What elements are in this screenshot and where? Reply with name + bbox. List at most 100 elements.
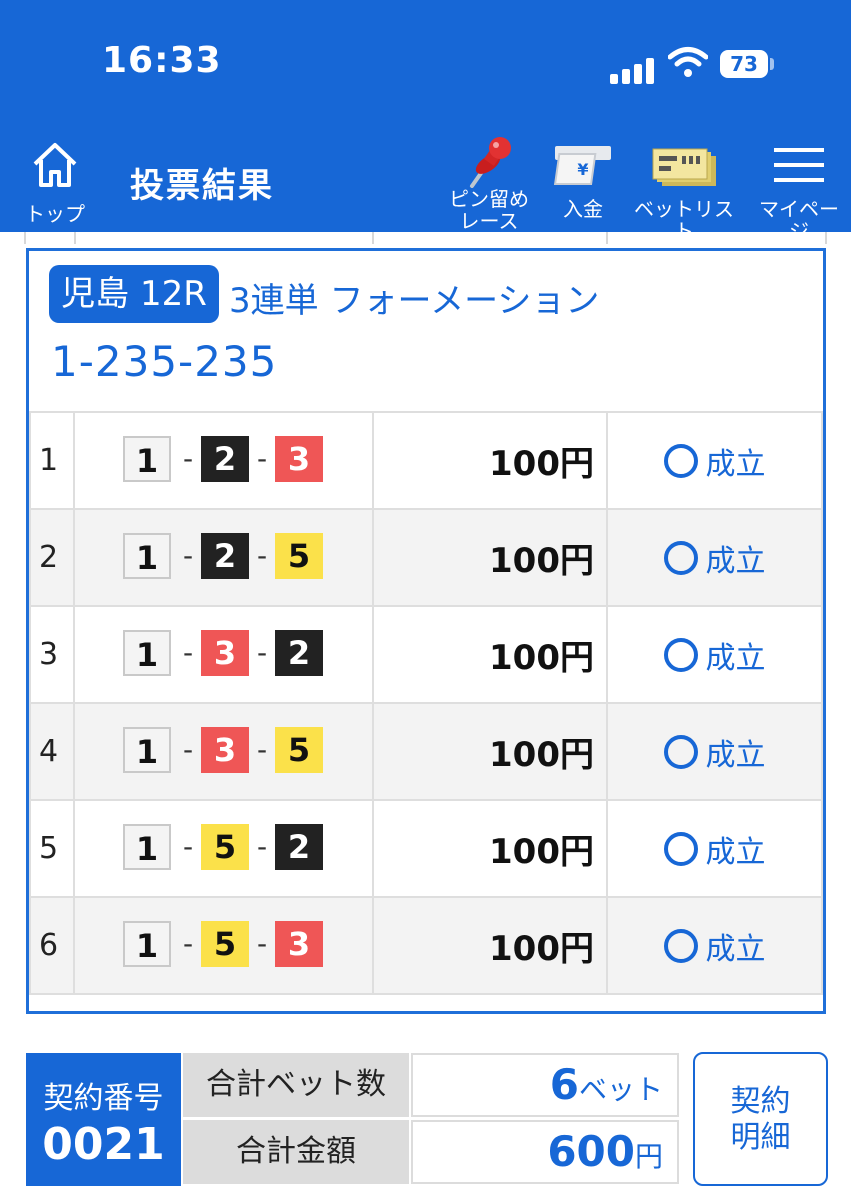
boat-third: 2 <box>275 823 323 870</box>
bet-row-number: 4 <box>29 702 75 801</box>
bet-combination: 1-235-235 <box>51 337 278 386</box>
home-icon <box>33 143 77 187</box>
dash-separator: - <box>182 829 194 863</box>
betlist-icon <box>652 148 716 186</box>
nav-pin-race[interactable]: ピン留め レース <box>444 136 534 232</box>
bet-row-status: 成立 <box>606 896 823 995</box>
bet-count-unit: ベット <box>578 1073 663 1106</box>
total-amount-value: 600円 <box>411 1120 679 1184</box>
contract-number: 0021 <box>42 1119 165 1170</box>
bet-row-amount: 100円 <box>372 702 608 801</box>
bet-row: 2 1-2-5 100円 成立 <box>29 508 823 607</box>
nav-betlist[interactable]: ベットリスト <box>632 148 736 242</box>
boat-third: 5 <box>275 532 323 579</box>
boat-first: 1 <box>123 435 171 482</box>
bet-result-card: 児島 12R 3連単 フォーメーション 1-235-235 1 1-2-3 100円… <box>26 248 826 1014</box>
boat-first: 1 <box>123 920 171 967</box>
bet-row-number: 3 <box>29 605 75 704</box>
boat-second: 5 <box>201 920 249 967</box>
race-tag: 児島 12R <box>49 265 219 323</box>
battery-icon: 73 <box>720 50 768 78</box>
contract-detail-button[interactable]: 契約 明細 <box>693 1052 828 1186</box>
dash-separator: - <box>182 732 194 766</box>
nav-mypage[interactable]: マイページ <box>750 148 848 242</box>
circle-icon <box>663 637 698 672</box>
bet-row-pick: 1-3-5 <box>73 702 374 801</box>
dash-separator: - <box>182 538 194 572</box>
circle-icon <box>663 443 698 478</box>
status-text: 成立 <box>705 737 766 773</box>
bet-row-amount: 100円 <box>372 411 608 510</box>
bet-row-status: 成立 <box>606 508 823 607</box>
boat-third: 3 <box>275 435 323 482</box>
dash-separator: - <box>182 635 194 669</box>
bet-row-status: 成立 <box>606 605 823 704</box>
bet-count: 6 <box>549 1060 579 1109</box>
bet-count-label: 合計ベット数 <box>183 1053 409 1117</box>
bet-count-value: 6ベット <box>411 1053 679 1117</box>
dash-separator: - <box>256 441 268 475</box>
bet-row-pick: 1-5-2 <box>73 799 374 898</box>
bet-row-number: 6 <box>29 896 75 995</box>
status-text: 成立 <box>705 834 766 870</box>
bet-type: 3連単 フォーメーション <box>229 281 600 321</box>
circle-icon <box>663 734 698 769</box>
bet-row-number: 2 <box>29 508 75 607</box>
bet-table: 1 1-2-3 100円 成立 2 1-2-5 100円 成立 3 1-3-2 100円 成立 4 1-3… <box>29 411 823 995</box>
bet-row-amount: 100円 <box>372 799 608 898</box>
nav-deposit-label: 入金 <box>563 197 603 221</box>
circle-icon <box>663 928 698 963</box>
dash-separator: - <box>182 441 194 475</box>
boat-first: 1 <box>123 532 171 579</box>
bet-row-number: 1 <box>29 411 75 510</box>
bet-row: 6 1-5-3 100円 成立 <box>29 896 823 995</box>
circle-icon <box>663 831 698 866</box>
dash-separator: - <box>256 635 268 669</box>
bet-row-status: 成立 <box>606 702 823 801</box>
previous-card-edge <box>24 232 827 244</box>
nav-deposit[interactable]: ¥ 入金 <box>548 142 618 228</box>
nav-home[interactable]: トップ <box>20 140 90 226</box>
page-title: 投票結果 <box>130 166 274 206</box>
dash-separator: - <box>256 538 268 572</box>
status-icons: 73 <box>606 44 786 84</box>
status-text: 成立 <box>705 543 766 579</box>
total-amount-unit: 円 <box>634 1140 663 1173</box>
yen-glyph: ¥ <box>577 160 588 179</box>
nav-home-label: トップ <box>25 202 85 226</box>
nav-pin-label-2: レース <box>459 209 519 233</box>
bet-row-pick: 1-2-5 <box>73 508 374 607</box>
wifi-icon <box>668 47 708 77</box>
nav-pin-label-1: ピン留め <box>449 187 529 211</box>
circle-icon <box>663 540 698 575</box>
menu-icon <box>774 148 824 184</box>
dash-separator: - <box>256 829 268 863</box>
total-amount: 600 <box>547 1127 635 1176</box>
bet-row-pick: 1-5-3 <box>73 896 374 995</box>
bet-row-amount: 100円 <box>372 605 608 704</box>
detail-label-2: 明細 <box>730 1120 791 1155</box>
boat-first: 1 <box>123 823 171 870</box>
contract-number-box: 契約番号 0021 <box>26 1053 181 1186</box>
boat-first: 1 <box>123 629 171 676</box>
bet-row-pick: 1-3-2 <box>73 605 374 704</box>
bet-row: 1 1-2-3 100円 成立 <box>29 411 823 510</box>
pin-icon <box>470 137 511 188</box>
bet-row-amount: 100円 <box>372 896 608 995</box>
app-header: 16:33 73 トップ 投票結果 ピン留め レース ¥ 入金 ベットリスト マ… <box>0 0 851 242</box>
status-text: 成立 <box>705 446 766 482</box>
boat-second: 2 <box>201 532 249 579</box>
boat-first: 1 <box>123 726 171 773</box>
bet-row-status: 成立 <box>606 799 823 898</box>
boat-second: 2 <box>201 435 249 482</box>
dash-separator: - <box>256 732 268 766</box>
boat-third: 3 <box>275 920 323 967</box>
dash-separator: - <box>256 926 268 960</box>
status-time: 16:33 <box>102 40 222 81</box>
total-amount-label: 合計金額 <box>183 1120 409 1184</box>
boat-second: 5 <box>201 823 249 870</box>
deposit-icon: ¥ <box>553 146 611 185</box>
bet-row: 5 1-5-2 100円 成立 <box>29 799 823 898</box>
status-text: 成立 <box>705 931 766 967</box>
bet-row-number: 5 <box>29 799 75 898</box>
